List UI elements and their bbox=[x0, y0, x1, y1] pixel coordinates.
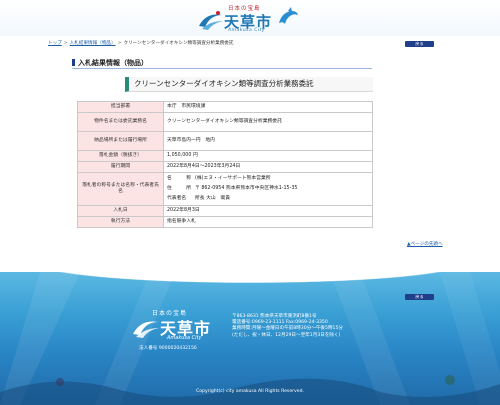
footer-address: 〒863-8631 熊本県天草市東浜町8番1号 電話番号:0969-23-111… bbox=[232, 314, 343, 339]
table-row-contractor: 落札者の称号または名称・代表者氏名 名 称 (株)エヌ・イーサポート熊本営業所 住… bbox=[77, 172, 373, 206]
contractor-rep-line: 代表者名 所長 大山 衛貴 bbox=[167, 196, 369, 202]
contractor-details: 名 称 (株)エヌ・イーサポート熊本営業所 住 所〒 862-0954 熊本県熊本… bbox=[163, 172, 373, 206]
contractor-name-line: 名 称 (株)エヌ・イーサポート熊本営業所 bbox=[167, 176, 369, 182]
bid-result-table: 担当部署 本庁 市民環境課 物件名または委託業務名 クリーンセンターダイオキシン… bbox=[77, 101, 373, 228]
table-row: 落札金額（税抜き） 1,050,000 円 bbox=[77, 150, 373, 162]
contractor-rep: 所長 大山 衛貴 bbox=[195, 195, 231, 201]
contractor-address-key: 住 所 bbox=[167, 186, 191, 192]
row-value: 1,050,000 円 bbox=[163, 150, 373, 162]
contractor-name: (株)エヌ・イーサポート熊本営業所 bbox=[195, 176, 271, 182]
dolphin-icon bbox=[279, 7, 298, 24]
contractor-rep-key: 代表者名 bbox=[167, 195, 187, 201]
back-button-bottom[interactable]: 戻る bbox=[405, 294, 434, 300]
row-label: 落札者の称号または名称・代表者氏名 bbox=[77, 172, 164, 206]
row-value: クリーンセンターダイオキシン類等調査分析業務委託 bbox=[163, 112, 373, 132]
contractor-address-line: 住 所〒 862-0954 熊本県熊本市中央区神水1-15-35 bbox=[167, 186, 369, 192]
row-label: 落札金額（税抜き） bbox=[77, 150, 164, 162]
table-row: 納品場所または履行場所 天草市島内一円 地内 bbox=[77, 131, 373, 151]
section-title-text: 入札結果情報（物品） bbox=[78, 59, 148, 67]
item-title: クリーンセンターダイオキシン類等調査分析業務委託 bbox=[125, 77, 373, 92]
table-row: 執行方法 指名競争入札 bbox=[77, 216, 373, 228]
footer-romaji: Amakusa City bbox=[167, 335, 202, 341]
row-value: 天草市島内一円 地内 bbox=[163, 131, 373, 151]
row-value: 2022年8月4日～2023年3月24日 bbox=[163, 161, 373, 173]
row-value: 本庁 市民環境課 bbox=[163, 101, 373, 113]
breadcrumb-separator: > bbox=[117, 41, 122, 46]
row-label: 履行期間 bbox=[77, 161, 164, 173]
footer-logo[interactable]: 日本の宝島 天草市 Amakusa City bbox=[130, 308, 220, 348]
breadcrumb: トップ > 入札結果情報（物品） > クリーンセンターダイオキシン類等調査分析業務委託 bbox=[48, 40, 453, 49]
row-label: 物件名または委託業務名 bbox=[77, 112, 164, 132]
table-row: 物件名または委託業務名 クリーンセンターダイオキシン類等調査分析業務委託 bbox=[77, 112, 373, 132]
contractor-address: 〒 862-0954 熊本県熊本市中央区神水1-15-35 bbox=[195, 186, 298, 192]
row-label: 執行方法 bbox=[77, 216, 164, 228]
row-label: 入札日 bbox=[77, 205, 164, 217]
row-label: 担当部署 bbox=[77, 101, 164, 113]
page-top-link[interactable]: ▲ページの先頭へ bbox=[407, 241, 443, 247]
address-line: 業務時間:月曜～金曜日の午前8時30分～午後5時15分 bbox=[232, 326, 343, 332]
section-title: 入札結果情報（物品） bbox=[72, 58, 148, 68]
row-value: 指名競争入札 bbox=[163, 216, 373, 228]
back-button-top[interactable]: 戻る bbox=[405, 41, 434, 47]
logo-swoosh-icon bbox=[199, 11, 223, 30]
address-line: (ただし、祝・休日、12月29日～翌年1月3日を除く) bbox=[232, 332, 341, 338]
breadcrumb-separator: > bbox=[63, 41, 68, 46]
site-header: 日本の宝島 天草市 Amakusa City bbox=[0, 0, 500, 36]
breadcrumb-link-top[interactable]: トップ bbox=[48, 41, 62, 46]
table-row: 入札日 2022年8月3日 bbox=[77, 205, 373, 217]
table-row: 履行期間 2022年8月4日～2023年3月24日 bbox=[77, 161, 373, 173]
row-label: 納品場所または履行場所 bbox=[77, 131, 164, 151]
site-logo[interactable]: 日本の宝島 天草市 Amakusa City bbox=[196, 3, 304, 35]
breadcrumb-link-bid-results[interactable]: 入札結果情報（物品） bbox=[70, 41, 116, 46]
logo-romaji: Amakusa City bbox=[228, 28, 266, 33]
section-marker bbox=[72, 59, 75, 66]
row-value: 2022年8月3日 bbox=[163, 205, 373, 217]
copyright: Copyright(c) city amakusa All Rights Res… bbox=[196, 389, 304, 394]
section-divider bbox=[72, 68, 372, 69]
contractor-name-key: 名 称 bbox=[167, 176, 191, 182]
breadcrumb-current: クリーンセンターダイオキシン類等調査分析業務委託 bbox=[123, 41, 234, 46]
table-row: 担当部署 本庁 市民環境課 bbox=[77, 101, 373, 113]
corporate-number: 法人番号 9000020432156 bbox=[139, 346, 197, 351]
footer-swoosh-icon bbox=[133, 321, 159, 338]
